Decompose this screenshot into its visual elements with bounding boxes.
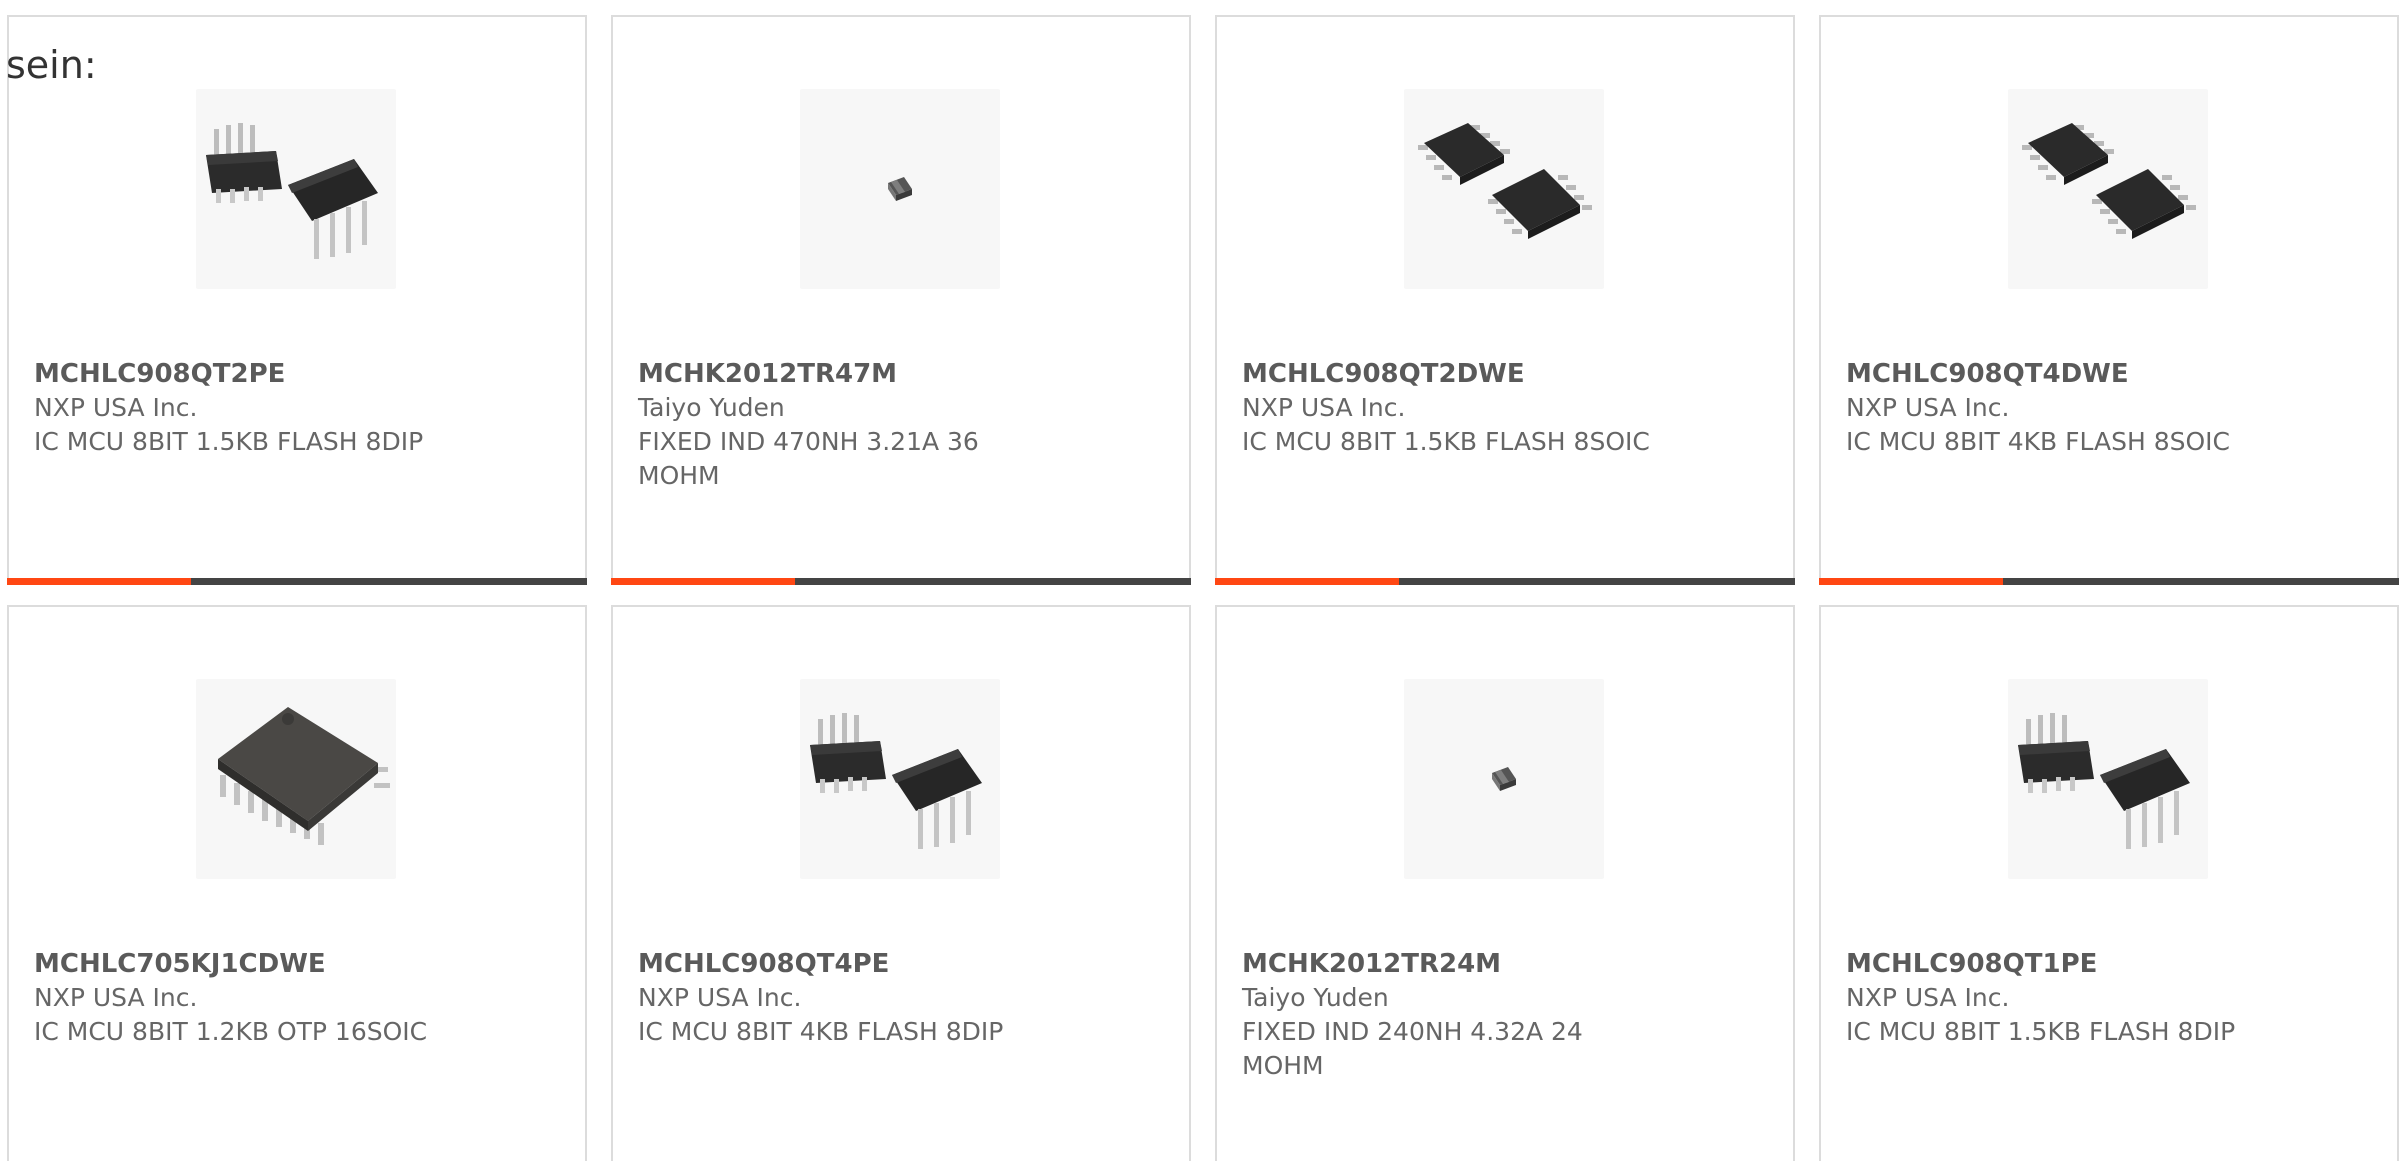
description: FIXED IND 470NH 3.21A 36 MOHM (638, 427, 979, 490)
product-info: MCHLC908QT1PE NXP USA Inc. IC MCU 8BIT 1… (1846, 947, 2266, 1049)
product-card[interactable]: MCHK2012TR24M Taiyo Yuden FIXED IND 240N… (1215, 605, 1795, 1161)
manufacturer: NXP USA Inc. (34, 983, 198, 1012)
manufacturer: Taiyo Yuden (1242, 983, 1389, 1012)
product-card[interactable]: MCHLC908QT4PE NXP USA Inc. IC MCU 8BIT 4… (611, 605, 1191, 1161)
card-bar (1819, 578, 2399, 585)
description: IC MCU 8BIT 1.5KB FLASH 8SOIC (1242, 427, 1650, 456)
product-info: MCHLC908QT4PE NXP USA Inc. IC MCU 8BIT 4… (638, 947, 1058, 1049)
product-card[interactable]: MCHLC908QT2DWE NXP USA Inc. IC MCU 8BIT … (1215, 15, 1795, 585)
part-number[interactable]: MCHK2012TR24M (1242, 947, 1662, 981)
product-info: MCHK2012TR24M Taiyo Yuden FIXED IND 240N… (1242, 947, 1662, 1083)
product-card[interactable]: MCHLC908QT2PE NXP USA Inc. IC MCU 8BIT 1… (7, 15, 587, 585)
description: IC MCU 8BIT 1.5KB FLASH 8DIP (34, 427, 424, 456)
dip-8-package-icon[interactable] (2008, 679, 2208, 879)
part-number[interactable]: MCHLC705KJ1CDWE (34, 947, 454, 981)
description: IC MCU 8BIT 1.2KB OTP 16SOIC (34, 1017, 428, 1046)
manufacturer: NXP USA Inc. (1846, 983, 2010, 1012)
card-bar-accent (611, 578, 795, 585)
card-bar (611, 578, 1191, 585)
manufacturer: Taiyo Yuden (638, 393, 785, 422)
product-grid-page: sein: MCHLC908QT2PE NXP USA Inc. IC MCU … (0, 0, 2400, 1161)
part-number[interactable]: MCHLC908QT4DWE (1846, 357, 2266, 391)
soic-8-package-icon[interactable] (1404, 89, 1604, 289)
part-number[interactable]: MCHLC908QT2DWE (1242, 357, 1662, 391)
product-info: MCHLC908QT2PE NXP USA Inc. IC MCU 8BIT 1… (34, 357, 454, 459)
soic-16-package-icon[interactable] (196, 679, 396, 879)
product-card[interactable]: MCHK2012TR47M Taiyo Yuden FIXED IND 470N… (611, 15, 1191, 585)
dip-8-package-icon[interactable] (800, 679, 1000, 879)
part-number[interactable]: MCHLC908QT1PE (1846, 947, 2266, 981)
card-bar-accent (1819, 578, 2003, 585)
card-bar-accent (7, 578, 191, 585)
product-card[interactable]: MCHLC908QT4DWE NXP USA Inc. IC MCU 8BIT … (1819, 15, 2399, 585)
product-card[interactable]: MCHLC705KJ1CDWE NXP USA Inc. IC MCU 8BIT… (7, 605, 587, 1161)
dip-8-package-icon[interactable] (196, 89, 396, 289)
product-card[interactable]: MCHLC908QT1PE NXP USA Inc. IC MCU 8BIT 1… (1819, 605, 2399, 1161)
card-bar-accent (1215, 578, 1399, 585)
description: IC MCU 8BIT 1.5KB FLASH 8DIP (1846, 1017, 2236, 1046)
product-info: MCHLC908QT4DWE NXP USA Inc. IC MCU 8BIT … (1846, 357, 2266, 459)
manufacturer: NXP USA Inc. (34, 393, 198, 422)
intro-label: sein: (6, 43, 97, 87)
product-info: MCHLC705KJ1CDWE NXP USA Inc. IC MCU 8BIT… (34, 947, 454, 1049)
description: FIXED IND 240NH 4.32A 24 MOHM (1242, 1017, 1583, 1080)
description: IC MCU 8BIT 4KB FLASH 8DIP (638, 1017, 1004, 1046)
manufacturer: NXP USA Inc. (1242, 393, 1406, 422)
card-bar (1215, 578, 1795, 585)
manufacturer: NXP USA Inc. (1846, 393, 2010, 422)
smd-chip-inductor-icon[interactable] (800, 89, 1000, 289)
smd-chip-inductor-icon[interactable] (1404, 679, 1604, 879)
part-number[interactable]: MCHLC908QT4PE (638, 947, 1058, 981)
product-info: MCHLC908QT2DWE NXP USA Inc. IC MCU 8BIT … (1242, 357, 1662, 459)
manufacturer: NXP USA Inc. (638, 983, 802, 1012)
product-info: MCHK2012TR47M Taiyo Yuden FIXED IND 470N… (638, 357, 1058, 493)
part-number[interactable]: MCHLC908QT2PE (34, 357, 454, 391)
part-number[interactable]: MCHK2012TR47M (638, 357, 1058, 391)
card-bar (7, 578, 587, 585)
soic-8-package-icon[interactable] (2008, 89, 2208, 289)
description: IC MCU 8BIT 4KB FLASH 8SOIC (1846, 427, 2230, 456)
